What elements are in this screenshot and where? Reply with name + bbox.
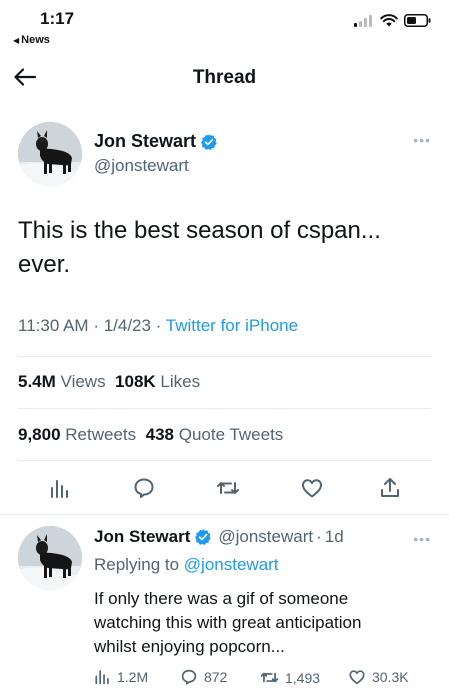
reply-author-line[interactable]: Jon Stewart @jonstewart · 1d [94, 527, 344, 547]
reply-age: 1d [324, 527, 344, 546]
tweet-date: 1/4/23 [103, 316, 151, 335]
tweet-source-link[interactable]: Twitter for iPhone [166, 316, 298, 335]
reply-action-bar: 1.2M 872 1,493 30.3K [94, 668, 434, 690]
status-bar: 1:17 ◀ News [0, 0, 449, 52]
reply-reply-button[interactable]: 872 [180, 668, 227, 686]
reply-retweets-count: 1,493 [285, 669, 321, 686]
tweet-metadata: 11:30 AM · 1/4/23 · Twitter for iPhone [18, 316, 298, 336]
thread-header: Thread [0, 58, 449, 98]
retweet-button[interactable] [210, 470, 246, 506]
reply-like-button[interactable]: 30.3K [348, 668, 409, 686]
speech-bubble-icon [181, 669, 197, 685]
dog-photo-icon [18, 526, 82, 590]
reply-text-line: whilst enjoying popcorn... [94, 637, 285, 656]
views-likes-stats: 5.4M Views 108K Likes [18, 372, 200, 392]
divider [0, 514, 449, 515]
divider [18, 408, 431, 409]
likes-count[interactable]: 108K [115, 372, 156, 391]
reply-author-handle[interactable]: @jonstewart [218, 527, 313, 547]
replying-mention-link[interactable]: @jonstewart [184, 555, 279, 574]
battery-icon [404, 14, 431, 27]
likes-label[interactable]: Likes [160, 372, 200, 391]
bar-chart-icon [95, 670, 109, 685]
bar-chart-icon [51, 480, 68, 498]
reply-views-count: 1.2M [117, 668, 149, 685]
verified-badge-icon [195, 529, 212, 546]
retweet-icon [217, 482, 239, 494]
views-button[interactable] [42, 470, 78, 506]
replying-prefix: Replying to [94, 555, 180, 574]
reply-replies-count: 872 [204, 669, 228, 685]
reply-author-name[interactable]: Jon Stewart [94, 527, 190, 547]
reply-views-button[interactable]: 1.2M [94, 668, 148, 685]
retweets-count[interactable]: 9,800 [18, 425, 61, 444]
retweets-label[interactable]: Retweets [65, 425, 136, 444]
reply-text: If only there was a gif of someone watch… [94, 587, 424, 659]
back-to-app-link[interactable]: ◀ News [13, 34, 50, 46]
author-name-text: Jon Stewart [94, 131, 197, 151]
status-icons [354, 14, 431, 27]
reply-avatar[interactable] [18, 526, 82, 590]
tweet-time: 11:30 AM [18, 316, 89, 335]
replying-to: Replying to @jonstewart [94, 555, 279, 575]
retweet-icon [260, 672, 279, 683]
reply-text-line: If only there was a gif of someone [94, 589, 349, 608]
tweet-text-line: ever. [18, 251, 71, 278]
wifi-icon [380, 14, 398, 27]
retweets-quotes-stats: 9,800 Retweets 438 Quote Tweets [18, 425, 283, 445]
author-handle[interactable]: @jonstewart [94, 156, 189, 176]
reply-text-line: watching this with great anticipation [94, 613, 362, 632]
reply-button[interactable] [126, 470, 162, 506]
back-triangle-icon: ◀ [13, 36, 20, 45]
tweet-text: This is the best season of cspan... ever… [18, 214, 438, 282]
reply-retweet-button[interactable]: 1,493 [260, 668, 320, 687]
author-name[interactable]: Jon Stewart [94, 131, 218, 152]
signal-icon [354, 14, 372, 27]
reply-more-options-icon[interactable]: ••• [413, 531, 431, 547]
reply-likes-count: 30.3K [372, 669, 409, 685]
views-count: 5.4M [18, 372, 56, 391]
speech-bubble-icon [134, 478, 154, 498]
tweet-text-line: This is the best season of cspan... [18, 217, 381, 244]
heart-icon [349, 670, 365, 685]
quotes-count[interactable]: 438 [146, 425, 174, 444]
meta-separator: · [316, 527, 322, 546]
more-options-icon[interactable]: ••• [413, 132, 431, 148]
like-button[interactable] [294, 470, 330, 506]
quotes-label[interactable]: Quote Tweets [179, 425, 284, 444]
heart-icon [302, 479, 322, 498]
verified-badge-icon [201, 133, 217, 150]
tweet-action-bar [0, 470, 449, 510]
page-title: Thread [192, 67, 257, 88]
share-icon [381, 478, 399, 497]
divider [18, 460, 431, 461]
meta-separator: · [93, 316, 104, 335]
views-label: Views [60, 372, 106, 391]
status-time: 1:17 [40, 9, 75, 28]
share-button[interactable] [372, 470, 408, 506]
divider [18, 356, 431, 357]
avatar[interactable] [18, 122, 82, 186]
meta-separator: · [155, 316, 166, 335]
dog-photo-icon [18, 122, 82, 186]
back-app-label: News [21, 34, 50, 46]
